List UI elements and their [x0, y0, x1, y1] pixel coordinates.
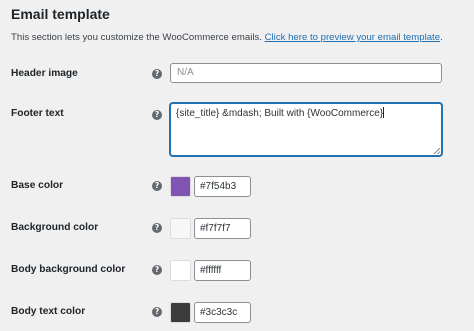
help-icon[interactable]: ? — [152, 110, 162, 120]
body-text-color-input[interactable]: #3c3c3c — [194, 302, 251, 323]
body-background-color-input[interactable]: #ffffff — [194, 260, 251, 281]
base-color-input[interactable]: #7f54b3 — [194, 176, 251, 197]
body-background-color-swatch[interactable] — [170, 260, 191, 281]
description-text: This section lets you customize the WooC… — [11, 32, 262, 43]
help-icon[interactable]: ? — [152, 223, 162, 233]
resize-handle[interactable] — [434, 148, 440, 154]
base-color-label: Base color — [11, 180, 64, 191]
background-color-input[interactable]: #f7f7f7 — [194, 218, 251, 239]
text-caret — [383, 107, 385, 118]
header-image-input[interactable]: N/A — [170, 63, 442, 83]
body-text-color-swatch[interactable] — [170, 302, 191, 323]
footer-text-textarea[interactable]: {site_title} &mdash; Built with {WooComm… — [170, 103, 442, 156]
preview-email-link[interactable]: Click here to preview your email templat… — [265, 32, 440, 43]
body-text-color-label: Body text color — [11, 306, 86, 317]
body-background-color-label: Body background color — [11, 264, 126, 275]
section-title: Email template — [11, 6, 110, 22]
header-image-label: Header image — [11, 68, 78, 79]
help-icon[interactable]: ? — [152, 69, 162, 79]
section-description: This section lets you customize the WooC… — [11, 32, 443, 44]
base-color-swatch[interactable] — [170, 176, 191, 197]
help-icon[interactable]: ? — [152, 307, 162, 317]
background-color-label: Background color — [11, 222, 99, 233]
footer-text-label: Footer text — [11, 108, 64, 119]
description-end: . — [440, 32, 443, 43]
help-icon[interactable]: ? — [152, 181, 162, 191]
footer-text-value: {site_title} &mdash; Built with {WooComm… — [176, 108, 384, 119]
help-icon[interactable]: ? — [152, 265, 162, 275]
background-color-swatch[interactable] — [170, 218, 191, 239]
